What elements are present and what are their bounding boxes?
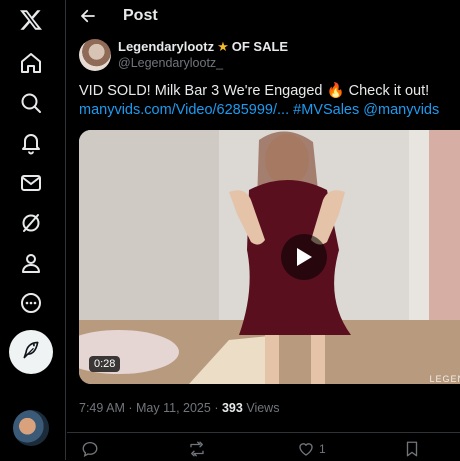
post-text: VID SOLD! Milk Bar 3 We're Engaged 🔥 Che…	[79, 82, 454, 120]
x-logo-icon[interactable]	[19, 8, 43, 32]
mention-link[interactable]: @manyvids	[363, 102, 439, 118]
feather-icon	[21, 340, 41, 365]
reply-icon	[81, 440, 99, 458]
post-meta: 7:49 AM · May 11, 2025 · 393 Views	[79, 401, 279, 415]
author-name-suffix: OF SALE	[231, 39, 289, 54]
account-avatar[interactable]	[13, 410, 49, 446]
post-time[interactable]: 7:49 AM	[79, 401, 125, 415]
likes-count: 1	[319, 442, 326, 456]
more-icon[interactable]	[19, 291, 43, 315]
author-avatar[interactable]	[79, 39, 111, 71]
author-handle[interactable]: @Legendarylootz_	[118, 56, 223, 70]
sidebar-nav	[0, 0, 66, 460]
back-arrow-icon[interactable]	[79, 7, 97, 25]
post-detail-column: Post Legendarylootz ★ OF SALE @Legendarylo…	[67, 0, 460, 460]
play-icon	[295, 247, 313, 267]
meta-separator: ·	[128, 401, 133, 415]
explore-icon[interactable]	[19, 91, 43, 115]
star-icon: ★	[217, 39, 229, 54]
heart-icon	[297, 440, 315, 458]
repost-icon	[188, 440, 206, 458]
profile-icon[interactable]	[19, 251, 43, 275]
author-name[interactable]: Legendarylootz	[118, 39, 214, 54]
play-button[interactable]	[281, 234, 327, 280]
views-label: Views	[246, 401, 280, 415]
messages-icon[interactable]	[19, 171, 43, 195]
meta-separator: ·	[214, 401, 219, 415]
post-date[interactable]: May 11, 2025	[136, 401, 211, 415]
repost-button[interactable]	[188, 439, 206, 459]
author-name-line[interactable]: Legendarylootz ★ OF SALE	[118, 39, 288, 55]
video-watermark: LEGEN	[429, 374, 460, 384]
hashtag-link[interactable]: #MVSales	[293, 102, 359, 118]
post-link[interactable]: manyvids.com/Video/6285999/...	[79, 102, 289, 118]
home-icon[interactable]	[19, 51, 43, 75]
video-duration: 0:28	[89, 356, 121, 372]
bookmark-icon	[403, 440, 421, 458]
page-title: Post	[123, 7, 158, 24]
post-actions: 1	[67, 432, 460, 461]
like-button[interactable]: 1	[297, 439, 326, 459]
reply-button[interactable]	[81, 439, 99, 459]
views-count: 393	[221, 401, 243, 415]
post-button[interactable]	[9, 330, 53, 374]
post-text-end: Check it out!	[344, 83, 430, 99]
notifications-icon[interactable]	[19, 131, 43, 155]
bookmark-button[interactable]	[403, 439, 421, 459]
video-player[interactable]: 0:28 LEGEN	[79, 130, 460, 384]
fire-emoji-icon: 🔥	[326, 83, 345, 99]
grok-icon[interactable]	[19, 211, 43, 235]
post-header: Post	[67, 0, 460, 34]
post-text-main: VID SOLD! Milk Bar 3 We're Engaged	[79, 83, 327, 99]
video-thumbnail	[79, 130, 460, 384]
